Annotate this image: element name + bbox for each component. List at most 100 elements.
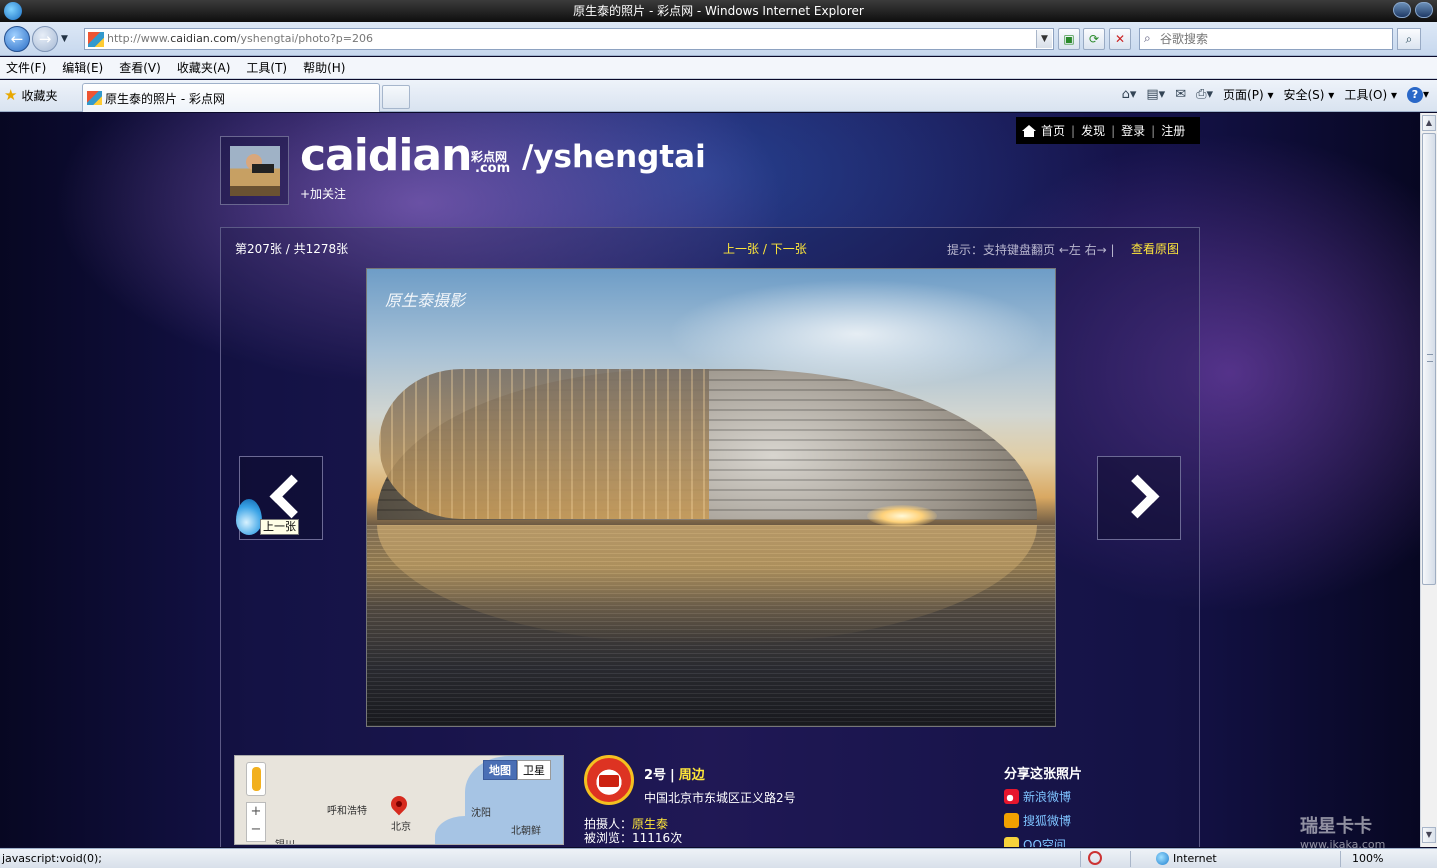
views-count: 11116次 bbox=[632, 831, 683, 845]
address-toolbar: ← → ▼ http://www.caidian.com/yshengtai/p… bbox=[0, 22, 1437, 56]
map-pin-icon[interactable] bbox=[391, 796, 407, 818]
status-bar: javascript:void(0); Internet 100% bbox=[0, 848, 1437, 868]
next-photo-link[interactable]: 下一张 bbox=[771, 242, 807, 256]
chevron-left-icon bbox=[264, 479, 302, 517]
user-path[interactable]: /yshengtai bbox=[522, 137, 706, 177]
nav-register[interactable]: 注册 bbox=[1161, 122, 1185, 139]
menu-tools[interactable]: 工具(T) bbox=[246, 59, 287, 76]
chevron-right-icon bbox=[1122, 479, 1160, 517]
new-tab-button[interactable] bbox=[382, 85, 410, 109]
window-title: 原生泰的照片 - 彩点网 - Windows Internet Explorer bbox=[573, 4, 864, 18]
page-viewport: 首页 | 发现 | 登录 | 注册 caidian 彩点网 .com /yshe… bbox=[0, 113, 1420, 847]
favorites-label: 收藏夹 bbox=[21, 88, 58, 103]
views-label: 被浏览： bbox=[584, 831, 633, 845]
compatibility-view-icon[interactable]: ▣ bbox=[1058, 28, 1080, 50]
command-bar: ⌂▾ ▤▾ ✉ ⎙▾ 页面(P) ▾ 安全(S) ▾ 工具(O) ▾ ? ▾ bbox=[1122, 86, 1429, 103]
menu-favorites[interactable]: 收藏夹(A) bbox=[177, 59, 231, 76]
mail-icon[interactable]: ✉ bbox=[1175, 87, 1186, 102]
scroll-thumb[interactable] bbox=[1422, 133, 1436, 585]
sina-weibo-icon bbox=[1004, 789, 1019, 804]
prev-photo-button[interactable]: 上一张 bbox=[236, 456, 323, 540]
help-menu[interactable]: ? ▾ bbox=[1406, 86, 1429, 103]
share-sohu-weibo[interactable]: 搜狐微博 bbox=[1004, 812, 1071, 829]
zone-label: Internet bbox=[1173, 852, 1217, 865]
photo-watermark: 原生泰摄影 bbox=[385, 291, 466, 310]
stop-icon[interactable]: ✕ bbox=[1109, 28, 1131, 50]
page-menu[interactable]: 页面(P) ▾ bbox=[1223, 86, 1273, 103]
forward-button[interactable]: → bbox=[32, 26, 58, 52]
nearby-link[interactable]: 周边 bbox=[679, 768, 705, 783]
refresh-icon[interactable]: ⟳ bbox=[1083, 28, 1105, 50]
vertical-scrollbar[interactable]: ▲ ▼ bbox=[1420, 113, 1437, 847]
window-controls bbox=[1393, 2, 1433, 18]
share-title: 分享这张照片 bbox=[1004, 767, 1083, 782]
views-line: 被浏览：11116次 bbox=[584, 829, 682, 846]
address-url: http://www.caidian.com/yshengtai/photo?p… bbox=[107, 32, 373, 45]
landmark-icon bbox=[584, 755, 634, 805]
scroll-grip bbox=[1427, 354, 1433, 362]
search-button[interactable]: ⌕ bbox=[1397, 28, 1421, 50]
search-input[interactable] bbox=[1140, 29, 1370, 49]
nav-separator: | bbox=[1151, 123, 1156, 138]
follow-button[interactable]: +加关注 bbox=[300, 185, 346, 202]
location-address: 中国北京市东城区正义路2号 bbox=[644, 791, 796, 805]
location-name: 2号 | 周边 bbox=[644, 764, 705, 783]
user-avatar-frame[interactable] bbox=[220, 136, 289, 205]
maximize-button[interactable] bbox=[1415, 2, 1433, 18]
scroll-up-icon[interactable]: ▲ bbox=[1422, 115, 1436, 131]
status-text: javascript:void(0); bbox=[2, 852, 102, 865]
menu-file[interactable]: 文件(F) bbox=[6, 59, 46, 76]
nav-home[interactable]: 首页 bbox=[1041, 122, 1065, 139]
status-divider bbox=[1340, 851, 1341, 867]
tools-menu[interactable]: 工具(O) ▾ bbox=[1344, 86, 1397, 103]
zoom-level[interactable]: 100% bbox=[1352, 852, 1383, 865]
minimize-button[interactable] bbox=[1393, 2, 1411, 18]
menu-help[interactable]: 帮助(H) bbox=[303, 59, 345, 76]
scroll-down-icon[interactable]: ▼ bbox=[1422, 827, 1436, 843]
map-type-tabs: 地图 卫星 bbox=[483, 760, 551, 780]
prev-photo-link[interactable]: 上一张 bbox=[723, 242, 759, 256]
share-label: 搜狐微博 bbox=[1023, 814, 1072, 828]
popup-blocker-icon[interactable] bbox=[1088, 851, 1102, 865]
share-sina-weibo[interactable]: 新浪微博 bbox=[1004, 788, 1071, 805]
ie-logo-icon bbox=[4, 2, 22, 20]
photo-counter: 第207张 / 共1278张 bbox=[235, 242, 349, 256]
share-label: 新浪微博 bbox=[1023, 790, 1072, 804]
location-separator: | bbox=[670, 768, 675, 783]
safety-menu[interactable]: 安全(S) ▾ bbox=[1283, 86, 1334, 103]
map-tab-satellite[interactable]: 卫星 bbox=[517, 760, 551, 780]
photo-panel: 第207张 / 共1278张 上一张 / 下一张 提示：支持键盘翻页 ←左 右→… bbox=[220, 227, 1200, 847]
help-icon: ? bbox=[1406, 86, 1423, 103]
location-title: 2号 bbox=[644, 768, 667, 783]
sohu-weibo-icon bbox=[1004, 813, 1019, 828]
status-divider bbox=[1130, 851, 1131, 867]
print-icon[interactable]: ⎙▾ bbox=[1196, 87, 1213, 102]
main-photo[interactable]: 原生泰摄影 bbox=[366, 268, 1056, 727]
address-field[interactable]: http://www.caidian.com/yshengtai/photo?p… bbox=[84, 28, 1054, 50]
address-dropdown-icon[interactable]: ▼ bbox=[1036, 30, 1052, 48]
map-tab-map[interactable]: 地图 bbox=[483, 760, 517, 780]
pager-slash: / bbox=[759, 242, 771, 256]
home-icon[interactable]: ⌂▾ bbox=[1122, 87, 1137, 102]
back-button[interactable]: ← bbox=[4, 26, 30, 52]
security-zone[interactable]: Internet bbox=[1156, 852, 1217, 865]
view-original-link[interactable]: 查看原图 bbox=[1131, 240, 1179, 257]
search-provider-icon: ⌕ bbox=[1144, 31, 1151, 45]
share-qzone[interactable]: QQ空间 bbox=[1004, 836, 1066, 847]
feeds-icon[interactable]: ▤▾ bbox=[1146, 87, 1165, 102]
favorites-button[interactable]: ★ 收藏夹 bbox=[4, 86, 57, 104]
tab-bar: ★ 收藏夹 原生泰的照片 - 彩点网 ⌂▾ ▤▾ ✉ ⎙▾ 页面(P) ▾ 安全… bbox=[0, 80, 1437, 112]
street-view-pegman-icon[interactable] bbox=[246, 762, 266, 796]
site-home-icon bbox=[1022, 124, 1036, 137]
tab-active[interactable]: 原生泰的照片 - 彩点网 bbox=[82, 83, 380, 112]
location-map[interactable]: +− 地图 卫星 呼和浩特 北京 沈阳 北朝鲜 银川 bbox=[234, 755, 564, 845]
next-photo-button[interactable] bbox=[1097, 456, 1181, 540]
recent-pages-dropdown[interactable]: ▼ bbox=[61, 34, 68, 44]
nav-discover[interactable]: 发现 bbox=[1081, 122, 1105, 139]
nav-login[interactable]: 登录 bbox=[1121, 122, 1145, 139]
site-logo[interactable]: caidian bbox=[300, 130, 472, 182]
map-label: 北朝鲜 bbox=[511, 826, 541, 837]
menu-edit[interactable]: 编辑(E) bbox=[62, 59, 103, 76]
map-zoom-control[interactable]: + − bbox=[246, 802, 266, 842]
menu-view[interactable]: 查看(V) bbox=[119, 59, 161, 76]
